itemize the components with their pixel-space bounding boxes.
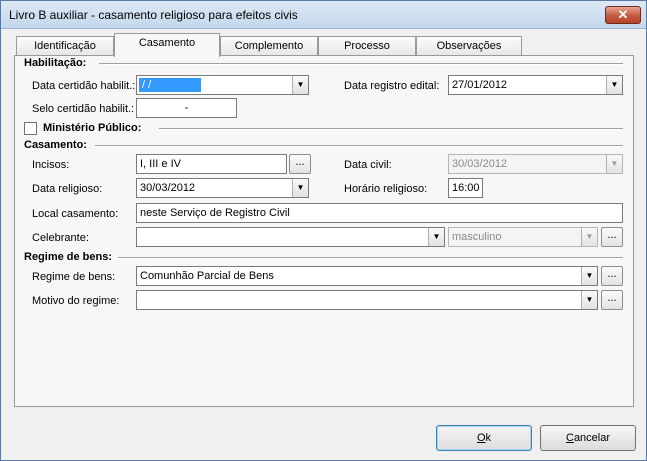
incisos-field[interactable]: I, III e IV	[136, 154, 287, 174]
chevron-down-icon[interactable]: ▼	[581, 291, 597, 309]
motivo-browse-button[interactable]: ...	[601, 290, 623, 310]
separator	[99, 63, 623, 65]
separator	[118, 257, 623, 259]
chevron-down-icon[interactable]: ▼	[581, 228, 597, 246]
data-registro-value: 27/01/2012	[452, 79, 508, 91]
celebrante-field[interactable]: ▼	[136, 227, 445, 247]
regime-browse-button[interactable]: ...	[601, 266, 623, 286]
section-casamento: Casamento:	[24, 139, 91, 151]
chevron-down-icon[interactable]: ▼	[292, 76, 308, 94]
incisos-value: I, III e IV	[140, 158, 181, 170]
motivo-field[interactable]: ▼	[136, 290, 598, 310]
ok-mnemonic: O	[476, 432, 486, 444]
genero-field[interactable]: masculino ▼	[448, 227, 598, 247]
chevron-down-icon[interactable]: ▼	[581, 267, 597, 285]
data-religioso-label: Data religioso:	[32, 183, 103, 195]
data-registro-label: Data registro edital:	[344, 80, 440, 92]
close-icon: ✕	[617, 7, 629, 22]
data-religioso-field[interactable]: 30/03/2012 ▼	[136, 178, 309, 198]
window-title: Livro B auxiliar - casamento religioso p…	[9, 8, 298, 22]
chevron-down-icon[interactable]: ▼	[428, 228, 444, 246]
separator	[95, 145, 623, 147]
data-certidao-field[interactable]: / / ▼	[136, 75, 309, 95]
dialog-window: Livro B auxiliar - casamento religioso p…	[0, 0, 647, 461]
chevron-down-icon[interactable]: ▼	[606, 76, 622, 94]
local-value: neste Serviço de Registro Civil	[140, 207, 290, 219]
celebrante-label: Celebrante:	[32, 232, 89, 244]
chevron-down-icon[interactable]: ▼	[292, 179, 308, 197]
cancel-mnemonic: C	[565, 432, 574, 444]
ministerio-publico-checkbox[interactable]	[24, 122, 37, 135]
ministerio-publico-label: Ministério Público:	[43, 122, 146, 134]
title-bar: Livro B auxiliar - casamento religioso p…	[1, 1, 646, 29]
tab-complemento[interactable]: Complemento	[220, 36, 318, 56]
tab-casamento[interactable]: Casamento	[114, 33, 220, 57]
selo-field[interactable]: -	[136, 98, 237, 118]
horario-field[interactable]: 16:00	[448, 178, 483, 198]
data-registro-field[interactable]: 27/01/2012 ▼	[448, 75, 623, 95]
incisos-browse-button[interactable]: ...	[289, 154, 311, 174]
tab-observacoes[interactable]: Observações	[416, 36, 522, 56]
close-button[interactable]: ✕	[605, 6, 641, 24]
ok-button[interactable]: Ok	[436, 425, 532, 451]
local-label: Local casamento:	[32, 208, 119, 220]
cancel-button[interactable]: Cancelar	[540, 425, 636, 451]
selo-value: -	[184, 102, 189, 114]
celebrante-browse-button[interactable]: ...	[601, 227, 623, 247]
data-religioso-value: 30/03/2012	[140, 182, 196, 194]
tab-processo[interactable]: Processo	[318, 36, 416, 56]
section-regime-bens: Regime de bens:	[24, 251, 117, 263]
selo-label: Selo certidão habilit.:	[32, 103, 135, 115]
horario-label: Horário religioso:	[344, 183, 428, 195]
chevron-down-icon[interactable]: ▼	[606, 155, 622, 173]
regime-label: Regime de bens:	[32, 271, 116, 283]
separator	[159, 128, 623, 130]
cancel-label: ancelar	[573, 432, 611, 444]
data-civil-label: Data civil:	[344, 159, 392, 171]
incisos-label: Incisos:	[32, 159, 70, 171]
local-field[interactable]: neste Serviço de Registro Civil	[136, 203, 623, 223]
tab-identificacao[interactable]: Identificação	[16, 36, 114, 56]
genero-value: masculino	[452, 231, 502, 243]
regime-field[interactable]: Comunhão Parcial de Bens ▼	[136, 266, 598, 286]
ok-label: k	[485, 432, 492, 444]
section-habilitacao: Habilitação:	[24, 57, 91, 69]
horario-value: 16:00	[452, 182, 480, 194]
regime-value: Comunhão Parcial de Bens	[140, 270, 274, 282]
motivo-label: Motivo do regime:	[32, 295, 120, 307]
data-civil-field[interactable]: 30/03/2012 ▼	[448, 154, 623, 174]
data-certidao-value: / /	[139, 78, 201, 92]
data-certidao-label: Data certidão habilit.:	[32, 80, 136, 92]
data-civil-value: 30/03/2012	[452, 158, 508, 170]
